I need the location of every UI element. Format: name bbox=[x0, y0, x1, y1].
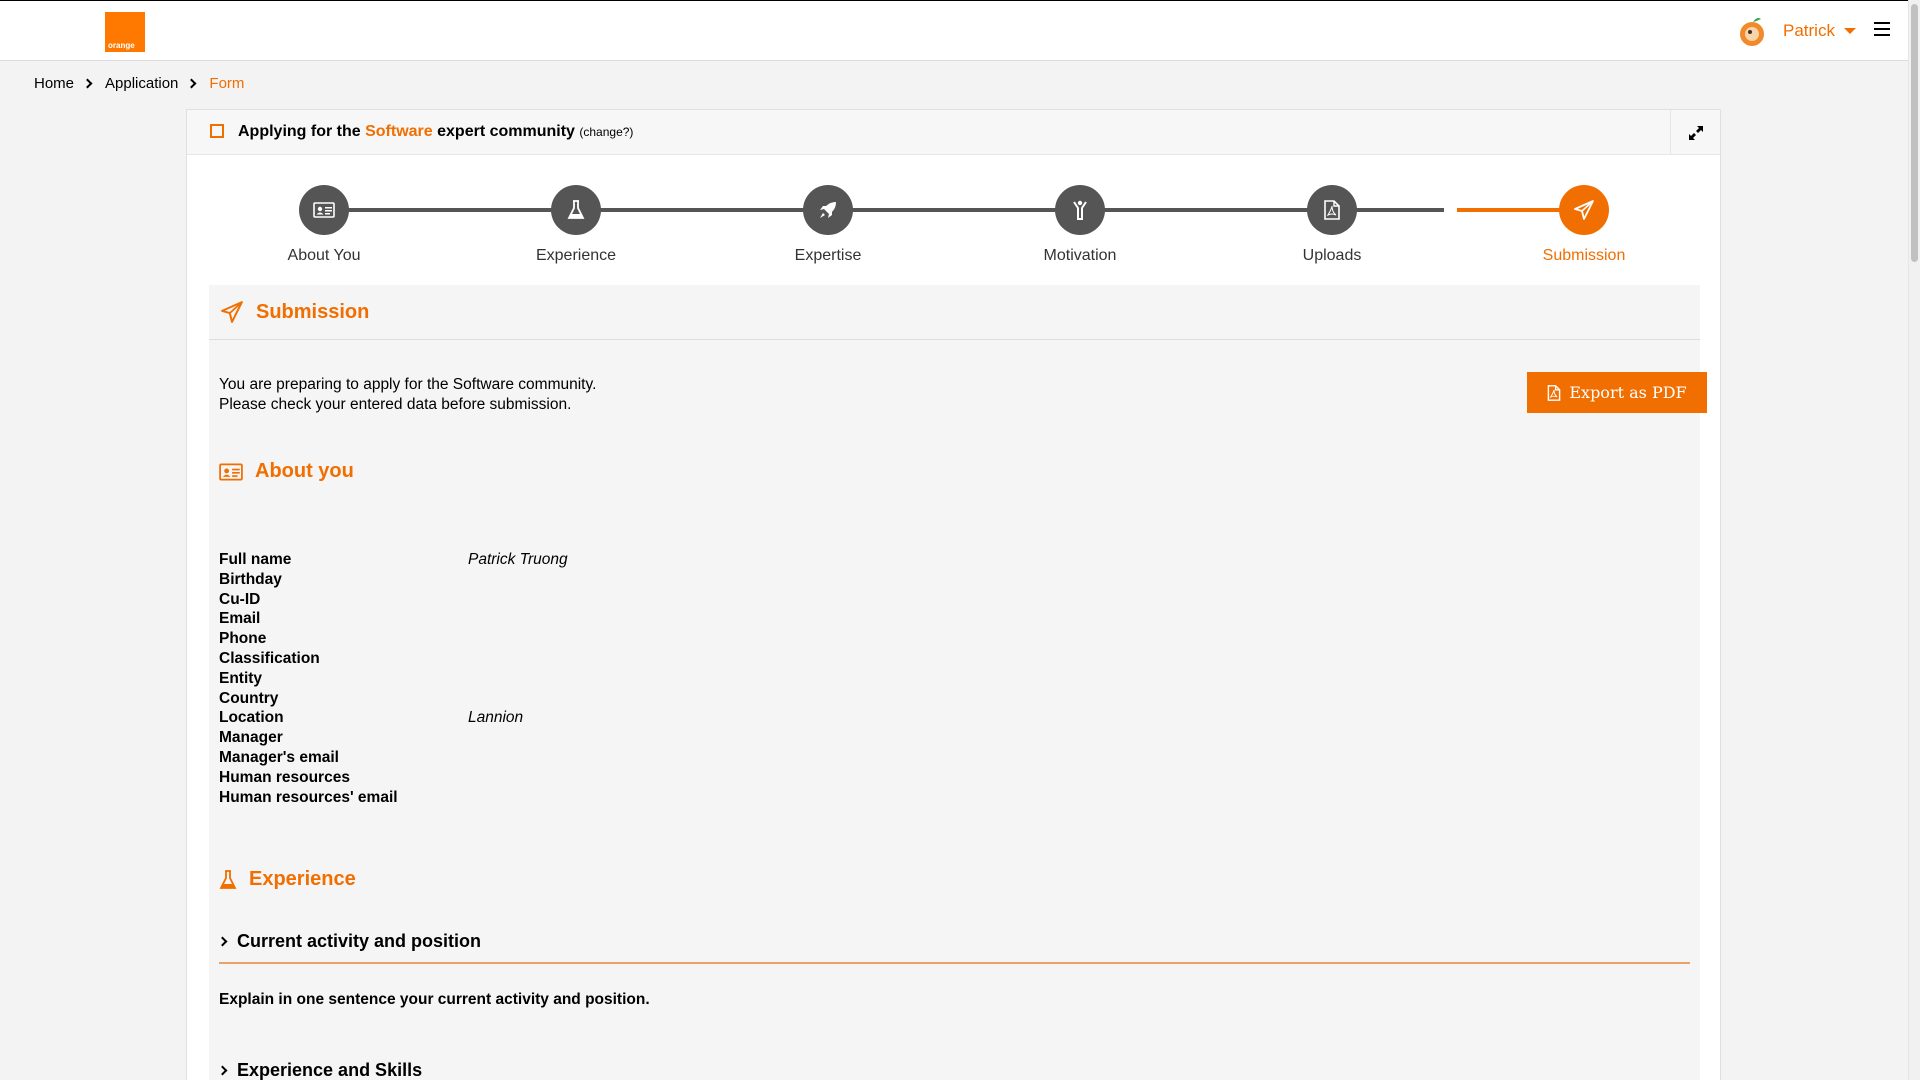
field-value: Lannion bbox=[468, 709, 524, 727]
experience-title: Experience bbox=[249, 868, 356, 890]
step-about-you[interactable]: About You bbox=[244, 185, 404, 265]
step-experience[interactable]: Experience bbox=[496, 185, 656, 265]
user-menu-name[interactable]: Patrick bbox=[1783, 21, 1835, 41]
field-row: Full name Patrick Truong bbox=[219, 550, 568, 570]
step-label: Submission bbox=[1542, 247, 1626, 264]
scrollbar-thumb[interactable] bbox=[1911, 4, 1918, 262]
paper-plane-icon bbox=[1559, 185, 1609, 235]
field-row: Location Lannion bbox=[219, 708, 568, 728]
chevron-down-icon[interactable] bbox=[1844, 28, 1856, 34]
step-label: Uploads bbox=[1302, 247, 1362, 264]
breadcrumb-home[interactable]: Home bbox=[34, 75, 74, 92]
progress-stepper: About You Experience Expertise Motivatio… bbox=[187, 155, 1722, 265]
about-you-heading: About you bbox=[219, 460, 354, 483]
experience-heading: Experience bbox=[219, 868, 356, 891]
field-row: Birthday bbox=[219, 570, 568, 590]
breadcrumb-application[interactable]: Application bbox=[105, 75, 178, 92]
intro-line-2: Please check your entered data before su… bbox=[219, 396, 572, 413]
field-label: Human resources bbox=[219, 768, 350, 786]
accordion-current-activity[interactable]: Current activity and position bbox=[217, 931, 1690, 952]
step-expertise[interactable]: Expertise bbox=[748, 185, 908, 265]
field-label: Manager bbox=[219, 729, 283, 747]
orange-logo[interactable]: orange bbox=[105, 12, 145, 52]
field-label: Entity bbox=[219, 669, 263, 687]
field-label: Email bbox=[219, 610, 261, 628]
user-avatar[interactable] bbox=[1737, 15, 1767, 47]
pdf-file-icon bbox=[1548, 384, 1561, 401]
export-pdf-button[interactable]: Export as PDF bbox=[1527, 372, 1707, 413]
about-you-title: About you bbox=[255, 460, 354, 482]
step-label: Expertise bbox=[794, 247, 862, 264]
field-label: Human resources' email bbox=[219, 788, 398, 806]
hamburger-menu-icon[interactable] bbox=[1874, 22, 1890, 38]
field-row: Classification bbox=[219, 649, 568, 669]
expand-icon bbox=[1688, 125, 1703, 140]
step-label: Experience bbox=[535, 247, 617, 264]
field-row: Entity bbox=[219, 669, 568, 689]
flask-icon bbox=[551, 185, 601, 235]
submission-intro: You are preparing to apply for the Softw… bbox=[219, 375, 596, 415]
field-label: Cu-ID bbox=[219, 590, 261, 608]
id-card-icon bbox=[219, 462, 243, 481]
id-card-icon bbox=[299, 185, 349, 235]
title-suffix: expert community bbox=[432, 123, 580, 140]
chevron-right-icon bbox=[82, 78, 93, 89]
step-label: Motivation bbox=[1043, 247, 1117, 264]
intro-line-1: You are preparing to apply for the Softw… bbox=[219, 376, 597, 393]
application-title: Applying for the Software expert communi… bbox=[238, 123, 633, 141]
field-row: Email bbox=[219, 609, 568, 629]
field-label: Phone bbox=[219, 630, 267, 648]
field-row: Country bbox=[219, 689, 568, 709]
step-submission[interactable]: Submission bbox=[1504, 185, 1664, 265]
title-prefix: Applying for the bbox=[238, 123, 366, 140]
square-icon bbox=[210, 124, 224, 138]
change-community-link[interactable]: (change?) bbox=[579, 125, 633, 139]
field-label: Location bbox=[219, 709, 284, 727]
field-row: Cu-ID bbox=[219, 590, 568, 610]
breadcrumb-form: Form bbox=[209, 75, 245, 92]
application-card: Applying for the Software expert communi… bbox=[186, 109, 1721, 1080]
field-label: Manager's email bbox=[219, 748, 339, 766]
submission-header: Submission bbox=[209, 285, 1700, 340]
accordion-experience-skills[interactable]: Experience and Skills bbox=[217, 1060, 1690, 1080]
flask-icon bbox=[219, 869, 237, 889]
top-bar: orange Patrick bbox=[0, 0, 1908, 61]
chevron-right-icon bbox=[217, 936, 228, 947]
step-motivation[interactable]: Motivation bbox=[1000, 185, 1160, 265]
field-row: Human resources' email bbox=[219, 788, 568, 808]
field-row: Human resources bbox=[219, 768, 568, 788]
field-row: Manager bbox=[219, 728, 568, 748]
step-uploads[interactable]: Uploads bbox=[1252, 185, 1412, 265]
field-label: Classification bbox=[219, 649, 320, 667]
pdf-file-icon bbox=[1307, 185, 1357, 235]
submission-title: Submission bbox=[256, 301, 370, 323]
community-name: Software bbox=[365, 123, 433, 140]
page-scrollbar[interactable] bbox=[1908, 0, 1920, 1080]
field-value: Patrick Truong bbox=[468, 551, 568, 568]
field-label: Full name bbox=[219, 551, 292, 568]
card-header: Applying for the Software expert communi… bbox=[187, 110, 1720, 155]
about-you-fields: Full name Patrick Truong Birthday Cu-ID E… bbox=[219, 550, 568, 807]
person-raised-arms-icon bbox=[1055, 185, 1105, 235]
field-row: Manager's email bbox=[219, 748, 568, 768]
field-row: Phone bbox=[219, 629, 568, 649]
logo-text: orange bbox=[108, 41, 135, 50]
breadcrumb: Home Application Form bbox=[34, 75, 244, 92]
submission-panel: Submission You are preparing to apply fo… bbox=[209, 285, 1707, 1080]
field-label: Birthday bbox=[219, 570, 282, 588]
chevron-right-icon bbox=[186, 78, 197, 89]
step-label: About You bbox=[287, 247, 361, 264]
accordion-title: Current activity and position bbox=[237, 931, 482, 951]
field-label: Country bbox=[219, 689, 279, 707]
accordion-title: Experience and Skills bbox=[237, 1060, 423, 1080]
paper-plane-icon bbox=[221, 301, 243, 323]
question-text: Explain in one sentence your current act… bbox=[219, 991, 650, 1008]
rocket-icon bbox=[803, 185, 853, 235]
accordion-divider bbox=[219, 962, 1690, 964]
chevron-right-icon bbox=[217, 1065, 228, 1076]
export-pdf-label: Export as PDF bbox=[1569, 383, 1687, 402]
expand-button[interactable] bbox=[1670, 110, 1720, 155]
